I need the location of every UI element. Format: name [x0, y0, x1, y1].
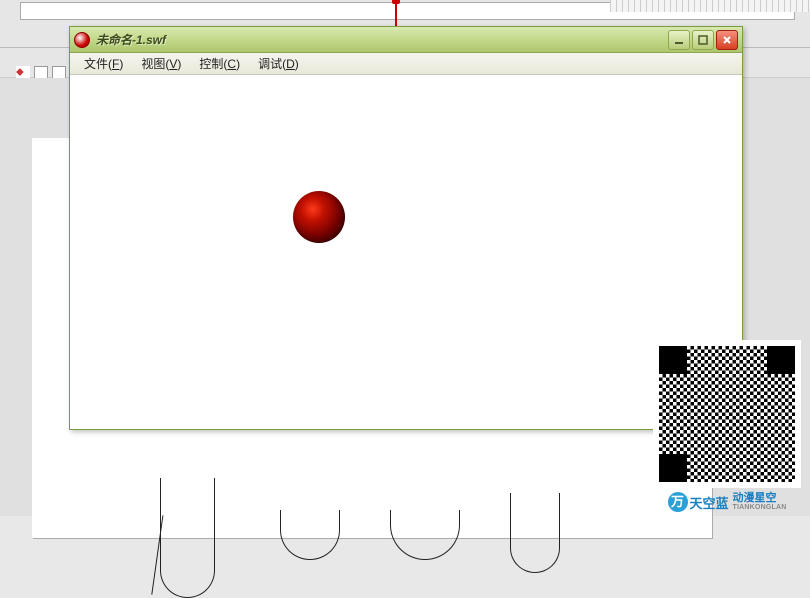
window-titlebar[interactable]: 未命名-1.swf: [70, 27, 742, 53]
drawn-arc: [390, 510, 460, 560]
swf-stage[interactable]: [70, 75, 742, 429]
brand-name-en: TIANKONGLAN: [733, 504, 787, 511]
brand-name-main: 天空蓝: [690, 493, 729, 512]
menu-file[interactable]: 文件(F): [76, 53, 131, 74]
watermark-brand: 万 天空蓝 动漫星空 TIANKONGLAN: [648, 492, 806, 512]
drawn-arc: [280, 510, 340, 560]
maximize-button[interactable]: [692, 30, 714, 50]
watermark: 万 天空蓝 动漫星空 TIANKONGLAN: [648, 340, 806, 512]
brand-logo-icon: 万: [668, 492, 688, 512]
close-button[interactable]: [716, 30, 738, 50]
drawn-arc: [160, 478, 215, 598]
menu-debug[interactable]: 调试(D): [250, 53, 307, 74]
flash-player-window: 未命名-1.swf 文件(F) 视图(V) 控制(C) 调试(D): [69, 26, 743, 430]
red-sphere-graphic: [293, 191, 345, 243]
player-menubar: 文件(F) 视图(V) 控制(C) 调试(D): [70, 53, 742, 75]
minimize-button[interactable]: [668, 30, 690, 50]
menu-control[interactable]: 控制(C): [191, 53, 248, 74]
menu-view[interactable]: 视图(V): [133, 53, 189, 74]
window-title: 未命名-1.swf: [96, 31, 668, 48]
brand-name-sub: 动漫星空: [733, 493, 787, 504]
flash-player-icon: [74, 32, 90, 48]
qr-code-icon: [653, 340, 801, 488]
timeline-ruler: [610, 0, 810, 12]
drawn-arc: [510, 493, 560, 573]
